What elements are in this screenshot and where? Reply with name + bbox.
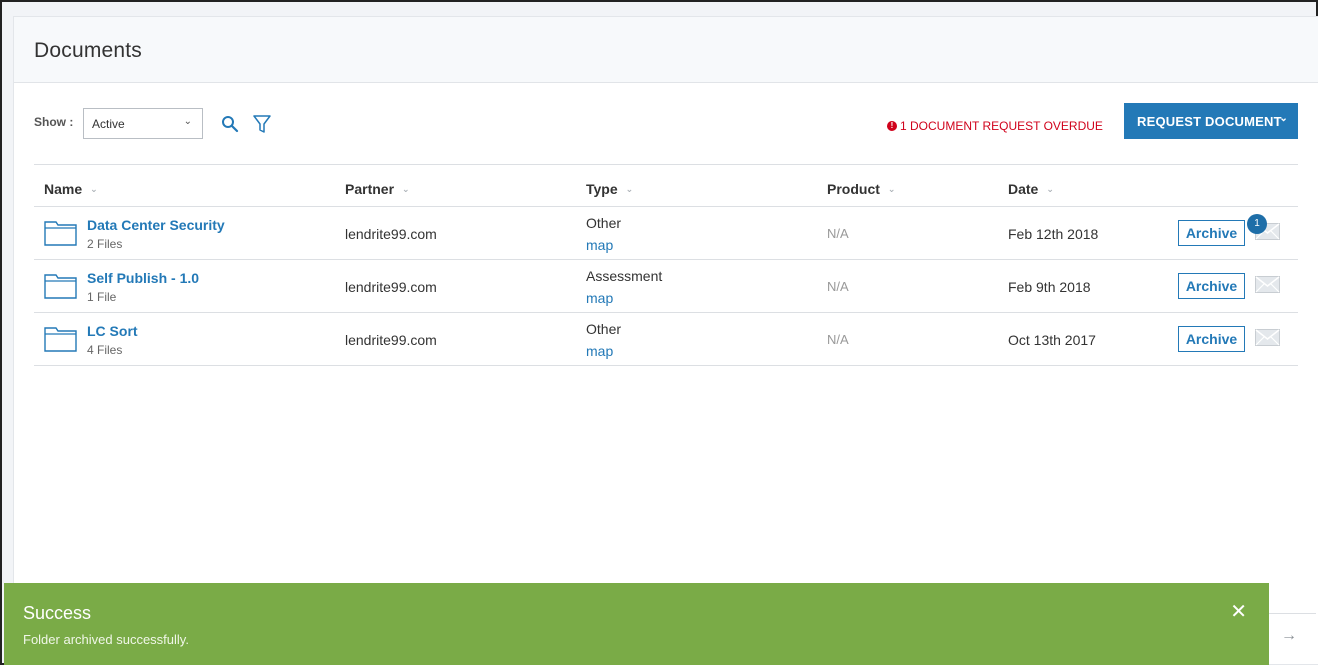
- toolbar: Show : Active ⌄ ! 1 DOCUMENT REQUEST OVE…: [34, 103, 1298, 147]
- panel-header: Documents: [14, 17, 1318, 83]
- date-cell: Feb 9th 2018: [1008, 279, 1091, 295]
- folder-name-link[interactable]: Self Publish - 1.0: [87, 270, 199, 286]
- folder-icon[interactable]: [44, 272, 77, 304]
- file-count: 4 Files: [87, 343, 123, 357]
- folder-icon[interactable]: [44, 325, 77, 357]
- file-count: 2 Files: [87, 237, 123, 251]
- close-icon[interactable]: ✕: [1230, 602, 1247, 622]
- archive-button[interactable]: Archive: [1178, 326, 1245, 352]
- envelope-icon[interactable]: [1255, 276, 1280, 298]
- table-row: LC Sort 4 Files lendrite99.com Other map…: [34, 313, 1298, 366]
- type-map-link[interactable]: map: [586, 343, 613, 359]
- arrow-right-icon: →: [1281, 627, 1297, 644]
- sort-icon: ⌄: [887, 183, 896, 194]
- column-header-type[interactable]: Type ⌄: [586, 181, 633, 197]
- chevron-down-icon: ⌄: [1279, 113, 1288, 124]
- overdue-alert[interactable]: ! 1 DOCUMENT REQUEST OVERDUE: [887, 119, 1103, 133]
- partner-cell: lendrite99.com: [345, 332, 437, 348]
- folder-icon[interactable]: [44, 219, 77, 251]
- request-document-label: REQUEST DOCUMENT: [1137, 113, 1282, 129]
- type-map-link[interactable]: map: [586, 290, 613, 306]
- sort-icon: ⌄: [402, 183, 410, 194]
- product-cell: N/A: [827, 332, 849, 347]
- app-frame: Documents Show : Active ⌄ ! 1 DOCUMENT R…: [0, 0, 1318, 665]
- toast-message: Folder archived successfully.: [23, 632, 189, 647]
- notification-badge: 1: [1247, 214, 1267, 234]
- page-title: Documents: [34, 39, 143, 62]
- archive-button[interactable]: Archive: [1178, 273, 1245, 299]
- success-toast: Success Folder archived successfully. ✕: [4, 583, 1269, 665]
- archive-button[interactable]: Archive: [1178, 220, 1245, 246]
- product-cell: N/A: [827, 226, 849, 241]
- product-cell: N/A: [827, 279, 849, 294]
- toast-title: Success: [23, 603, 92, 623]
- table-header: Name ⌄ Partner ⌄ Type ⌄ Product ⌄ Date ⌄: [34, 165, 1298, 207]
- type-cell: Assessment: [586, 268, 663, 284]
- partner-cell: lendrite99.com: [345, 279, 437, 295]
- column-header-date[interactable]: Date ⌄: [1008, 181, 1054, 197]
- request-document-button[interactable]: REQUEST DOCUMENT ⌄: [1124, 103, 1298, 139]
- file-count: 1 File: [87, 290, 117, 304]
- overdue-text: 1 DOCUMENT REQUEST OVERDUE: [900, 119, 1103, 133]
- type-cell: Other: [586, 215, 622, 231]
- filter-icon[interactable]: [253, 115, 271, 139]
- envelope-icon[interactable]: [1255, 329, 1280, 351]
- show-select-value: Active: [92, 117, 125, 131]
- column-header-product[interactable]: Product ⌄: [827, 181, 895, 197]
- date-cell: Oct 13th 2017: [1008, 332, 1096, 348]
- sort-icon: ⌄: [90, 183, 98, 194]
- alert-icon: !: [887, 121, 897, 131]
- table-row: Data Center Security 2 Files lendrite99.…: [34, 207, 1298, 260]
- type-cell: Other: [586, 321, 622, 337]
- sort-icon: ⌄: [1046, 183, 1054, 194]
- chevron-down-icon: ⌄: [183, 116, 192, 127]
- documents-table: Name ⌄ Partner ⌄ Type ⌄ Product ⌄ Date ⌄ Data…: [34, 164, 1298, 366]
- column-header-partner[interactable]: Partner ⌄: [345, 181, 410, 197]
- partner-cell: lendrite99.com: [345, 226, 437, 242]
- show-label: Show :: [34, 115, 74, 129]
- folder-name-link[interactable]: Data Center Security: [87, 217, 225, 233]
- pager-next[interactable]: →: [1264, 613, 1316, 661]
- search-icon[interactable]: [221, 115, 239, 138]
- sort-icon: ⌄: [625, 183, 634, 194]
- column-header-name[interactable]: Name ⌄: [44, 181, 98, 197]
- documents-panel: Documents Show : Active ⌄ ! 1 DOCUMENT R…: [13, 16, 1318, 665]
- table-row: Self Publish - 1.0 1 File lendrite99.com…: [34, 260, 1298, 313]
- show-select[interactable]: Active ⌄: [83, 108, 203, 139]
- folder-name-link[interactable]: LC Sort: [87, 323, 138, 339]
- date-cell: Feb 12th 2018: [1008, 226, 1099, 242]
- type-map-link[interactable]: map: [586, 237, 613, 253]
